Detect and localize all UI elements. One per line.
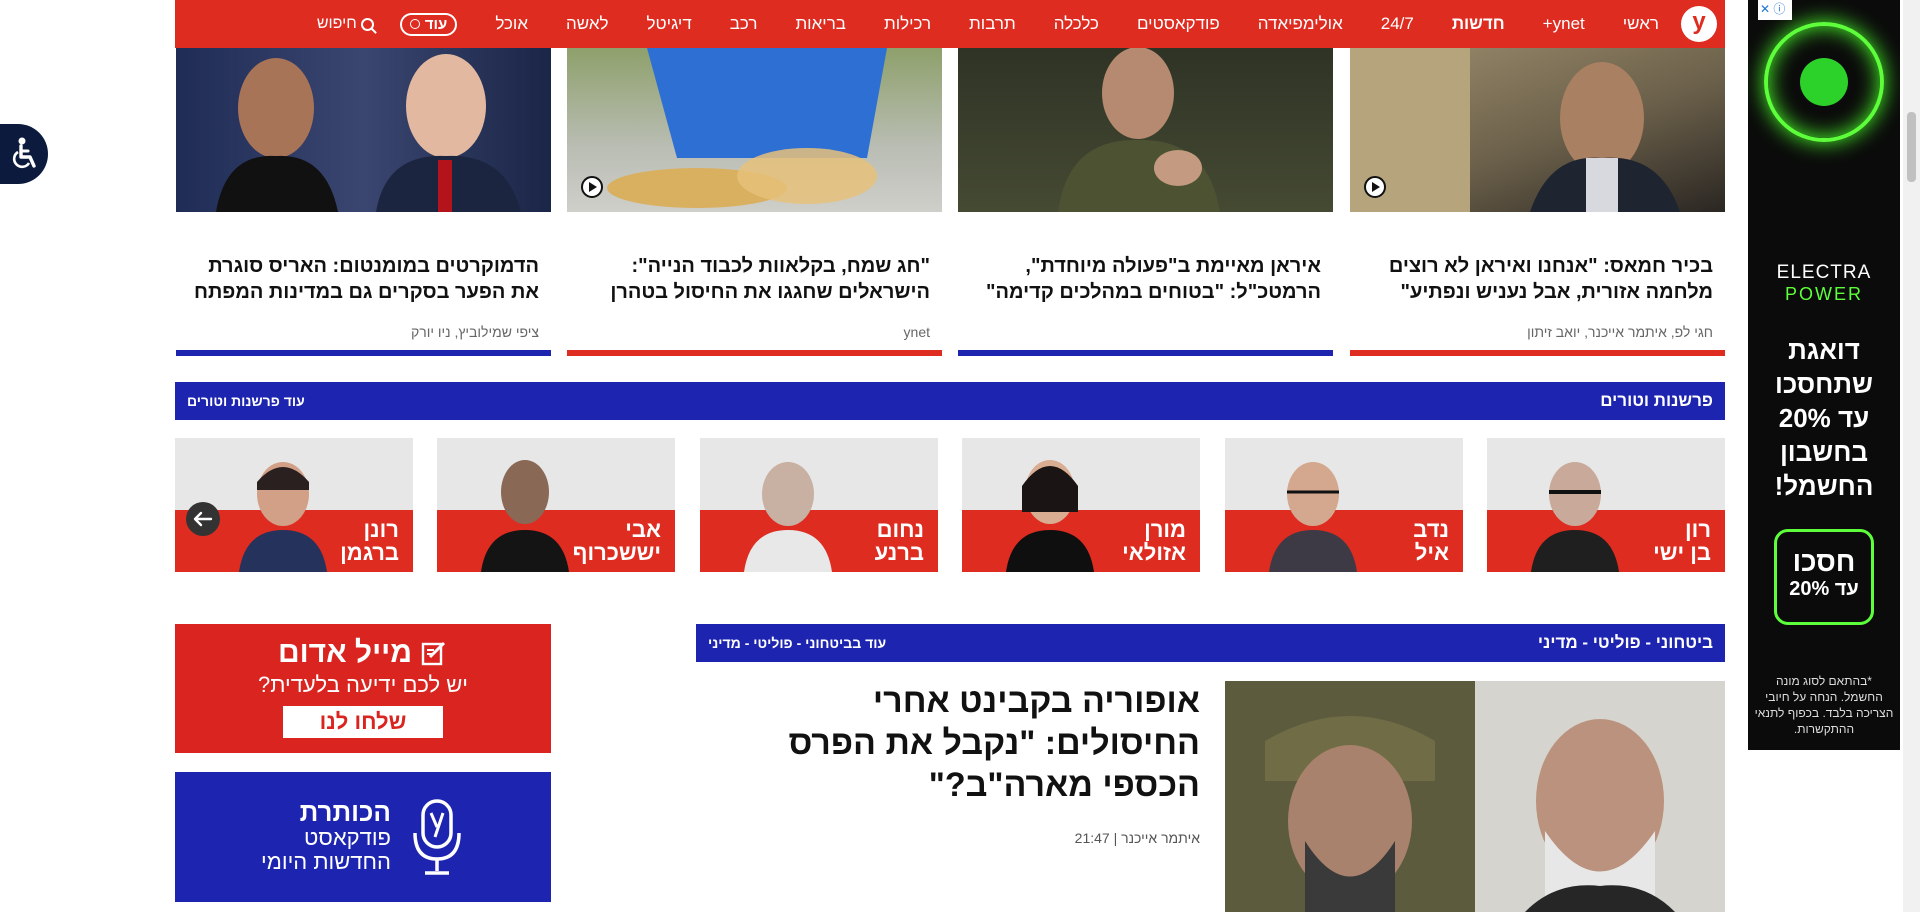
video-play-icon bbox=[581, 176, 603, 198]
ad-logo-ring bbox=[1764, 22, 1884, 142]
meta-divider: | bbox=[1109, 830, 1118, 846]
story-underline bbox=[176, 350, 551, 356]
podcast-title: הכותרת bbox=[299, 797, 391, 827]
microphone-icon bbox=[413, 799, 461, 875]
story-card[interactable]: "חג שמח, בקלאוות לכבוד הנייה": הישראלים … bbox=[567, 48, 942, 356]
main-story-title[interactable]: אופוריה בקבינט אחרי החיסולים: "נקבל את ה… bbox=[720, 680, 1200, 806]
search-icon bbox=[360, 17, 374, 31]
story-underline bbox=[1350, 350, 1725, 356]
columnist-photo bbox=[239, 462, 327, 572]
electra-emblem-icon bbox=[1800, 58, 1848, 106]
columnist-card[interactable]: נדב איל bbox=[1225, 438, 1463, 572]
scrollbar-thumb[interactable] bbox=[1907, 112, 1916, 182]
nav-item-digital[interactable]: דיגיטל bbox=[647, 14, 692, 34]
story-card[interactable]: הדמוקרטים במומנטום: האריס סוגרת את הפער … bbox=[176, 48, 551, 356]
accessibility-button[interactable] bbox=[0, 124, 48, 184]
ad-choices-icon[interactable]: ⓘ ✕ bbox=[1758, 0, 1792, 20]
red-mail-promo[interactable]: מייל אדום יש לכם ידיעה בלעדית? שלחו לנו bbox=[175, 624, 551, 753]
story-byline: ציפי שמילוביץ, ניו יורק bbox=[410, 324, 539, 340]
edit-icon bbox=[421, 641, 446, 666]
nav-item-home[interactable]: ראשי bbox=[1623, 14, 1659, 34]
columnist-name: רון בן ישי bbox=[1653, 517, 1711, 565]
columnist-photo bbox=[744, 462, 832, 572]
nav-item-culture[interactable]: תרבות bbox=[969, 14, 1016, 34]
main-story-image[interactable] bbox=[1225, 681, 1725, 912]
section-more-link[interactable]: עוד בביטחוני - פוליטי - מדיני bbox=[708, 635, 886, 651]
podcast-line2: פודקאסט bbox=[304, 825, 391, 850]
red-mail-question: יש לכם ידיעה בלעדית? bbox=[257, 672, 469, 697]
section-title[interactable]: פרשנות וטורים bbox=[1600, 391, 1713, 411]
more-menu-button[interactable]: עוד bbox=[399, 12, 458, 36]
nav-item-cars[interactable]: רכב bbox=[730, 14, 758, 34]
story-underline bbox=[567, 350, 942, 356]
ad-brand-sub: POWER bbox=[1784, 284, 1863, 304]
search-label: חיפוש bbox=[316, 15, 357, 32]
ad-cta-button[interactable]: חסכו עד 20% bbox=[1774, 529, 1874, 625]
columnist-name: מורן אזולאי bbox=[1122, 517, 1186, 565]
main-story-meta: איתמר אייכנר | 21:47 bbox=[1000, 830, 1200, 846]
send-to-us-button[interactable]: שלחו לנו bbox=[283, 706, 443, 738]
arrow-left-icon bbox=[193, 511, 213, 527]
section-title[interactable]: ביטחוני - פוליטי - מדיני bbox=[1538, 633, 1713, 653]
nav-item-24-7[interactable]: 24/7 bbox=[1381, 14, 1414, 34]
story-image[interactable] bbox=[1350, 48, 1725, 212]
story-title[interactable]: הדמוקרטים במומנטום: האריס סוגרת את הפער … bbox=[176, 253, 551, 305]
columnist-photo bbox=[481, 460, 569, 572]
columnist-card[interactable]: נחום ברנע bbox=[700, 438, 938, 572]
columnist-name: נחום ברנע bbox=[874, 517, 924, 565]
main-story-time: 21:47 bbox=[1074, 830, 1110, 846]
story-underline bbox=[958, 350, 1333, 356]
more-menu-label: עוד bbox=[424, 15, 448, 33]
story-image[interactable] bbox=[176, 48, 551, 212]
nav-item-ynet-plus[interactable]: ynet+ bbox=[1543, 14, 1585, 34]
columnist-name: אבי יששכרוף bbox=[572, 517, 661, 565]
nav-item-olympics[interactable]: אולימפיאדה bbox=[1258, 14, 1343, 34]
carousel-prev-button[interactable] bbox=[186, 502, 220, 536]
nav-item-economy[interactable]: כלכלה bbox=[1054, 14, 1099, 34]
story-card[interactable]: איראן מאיימת ב"פעולה מיוחדת", הרמטכ"ל: "… bbox=[958, 48, 1333, 356]
side-advertisement[interactable]: ⓘ ✕ ELECTRA POWER דואגת שתחסכו עד 20% בח… bbox=[1748, 0, 1900, 750]
ad-headline: דואגת שתחסכו עד 20% בחשבון החשמל! bbox=[1774, 335, 1874, 501]
columnist-photo bbox=[1531, 462, 1619, 572]
story-title[interactable]: בכיר חמאס: "אנחנו ואיראן לא רוצים מלחמה … bbox=[1350, 253, 1725, 305]
columnist-card[interactable]: מורן אזולאי bbox=[962, 438, 1200, 572]
nav-item-food[interactable]: אוכל bbox=[495, 14, 528, 34]
nav-item-health[interactable]: בריאות bbox=[795, 14, 846, 34]
podcast-text: הכותרת פודקאסט החדשות היומי bbox=[261, 797, 391, 874]
columnist-photo bbox=[1269, 462, 1357, 572]
columnist-card[interactable]: אבי יששכרוף bbox=[437, 438, 675, 572]
story-title[interactable]: איראן מאיימת ב"פעולה מיוחדת", הרמטכ"ל: "… bbox=[958, 253, 1333, 305]
story-card[interactable]: בכיר חמאס: "אנחנו ואיראן לא רוצים מלחמה … bbox=[1350, 48, 1725, 356]
nav-item-news[interactable]: חדשות bbox=[1452, 14, 1505, 34]
columnist-name: רונן ברגמן bbox=[340, 517, 399, 565]
story-byline: ynet bbox=[903, 324, 930, 340]
accessibility-icon bbox=[12, 137, 36, 169]
security-section-header: ביטחוני - פוליטי - מדיני עוד בביטחוני - … bbox=[696, 624, 1725, 662]
search-button[interactable]: חיפוש bbox=[317, 15, 374, 33]
story-title[interactable]: "חג שמח, בקלאוות לכבוד הנייה": הישראלים … bbox=[567, 253, 942, 305]
section-more-link[interactable]: עוד פרשנות וטורים bbox=[187, 393, 305, 409]
top-navigation: y ראשי ynet+ חדשות 24/7 אולימפיאדה פודקא… bbox=[175, 0, 1725, 48]
chevron-down-icon bbox=[409, 19, 420, 29]
ynet-logo[interactable]: y bbox=[1681, 6, 1717, 42]
story-image[interactable] bbox=[958, 48, 1333, 212]
story-image[interactable] bbox=[567, 48, 942, 212]
video-play-icon bbox=[1364, 176, 1386, 198]
nav-item-podcasts[interactable]: פודקאסטים bbox=[1137, 14, 1220, 34]
columnist-name: נדב איל bbox=[1413, 517, 1449, 565]
podcast-promo[interactable]: הכותרת פודקאסט החדשות היומי bbox=[175, 772, 551, 902]
opinion-section-header: פרשנות וטורים עוד פרשנות וטורים bbox=[175, 382, 1725, 420]
red-mail-title: מייל אדום bbox=[278, 636, 412, 669]
main-story-author: איתמר אייכנר bbox=[1121, 830, 1200, 846]
nav-item-gossip[interactable]: רכילות bbox=[884, 14, 931, 34]
ad-brand: ELECTRA bbox=[1776, 262, 1872, 283]
nav-item-women[interactable]: לאשה bbox=[566, 14, 609, 34]
page-scrollbar[interactable] bbox=[1903, 0, 1920, 912]
columnist-photo bbox=[1006, 460, 1094, 572]
columnist-card[interactable]: רון בן ישי bbox=[1487, 438, 1725, 572]
story-byline: חגי לפ, איתמר אייכנר, יואב זיתון bbox=[1527, 324, 1713, 340]
ad-disclaimer: *בהתאם לסוג מונה החשמל. הנחה על חיובי הצ… bbox=[1754, 674, 1894, 736]
podcast-line3: החדשות היומי bbox=[261, 849, 391, 874]
